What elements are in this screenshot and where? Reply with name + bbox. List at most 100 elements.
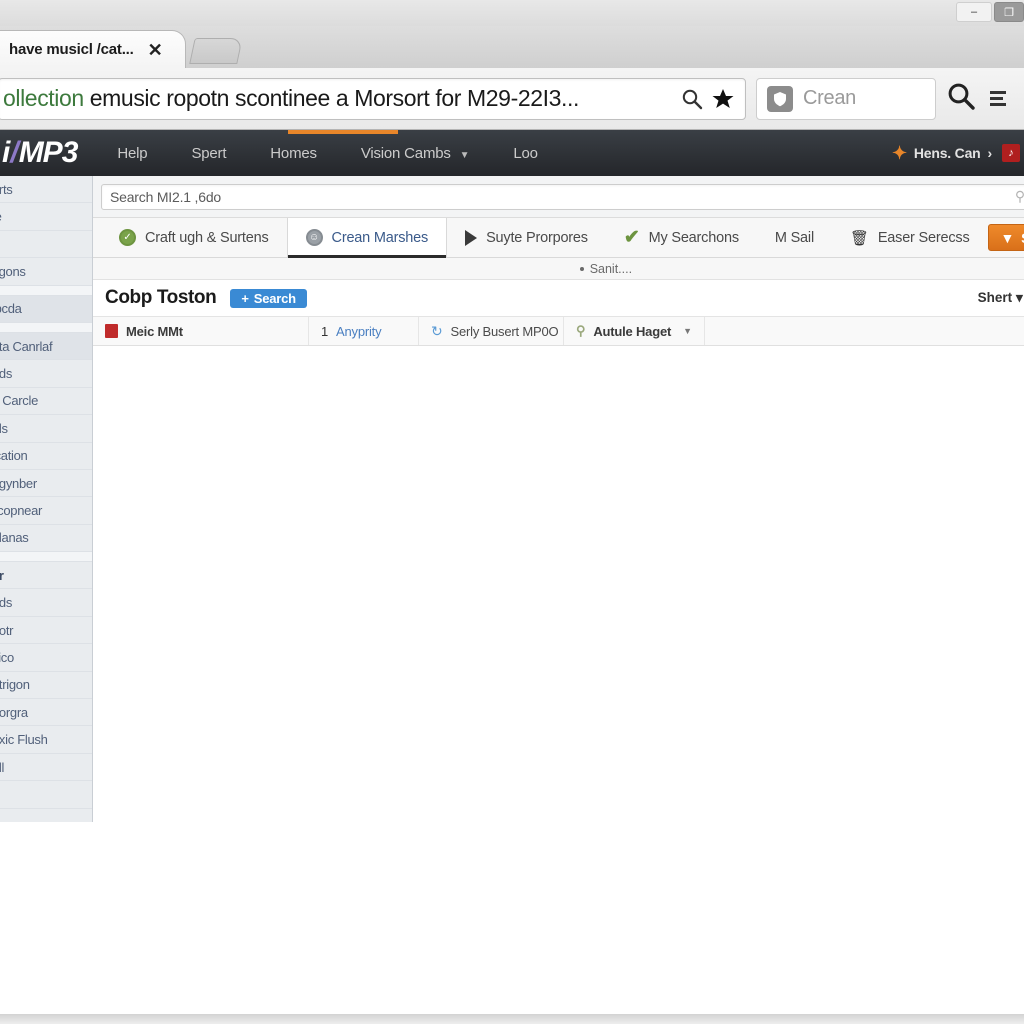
sidebar-item-ar[interactable]: ar [0,562,92,590]
nav-accent-rule [288,130,398,134]
search-pill-label: Search [253,290,296,306]
tab-craft-ugh-surtens[interactable]: ✓ Craft ugh & Surtens [101,218,287,257]
search-icon[interactable] [946,81,976,116]
search-input[interactable]: Search MI2.1 ,6do ⚲ [101,183,1024,210]
nav-item-help[interactable]: Help [95,145,169,162]
tab-label: Crean Marshes [331,229,429,246]
section-header: Cobp Toston + Search Shert ▾ Conbe a [93,280,1024,316]
sidebar-item-label: horgra [0,704,28,720]
toolbar-cell-label: Meic MMt [126,323,183,339]
tab-label: My Searchons [648,229,739,246]
bullet-icon [579,266,584,271]
browser-tabstrip: have musicl /cat... ✕ [0,26,1024,68]
sidebar-item-elanas[interactable]: elanas [0,525,92,553]
bookmark-star-icon[interactable] [711,87,735,111]
sidebar-divider [0,552,92,563]
chevron-down-icon: ▾ [1015,290,1023,305]
sidebar-item-licopnear[interactable]: licopnear [0,497,92,525]
content-toolbar: Meic MMt 1 Anyprity ↻ Serly Busert MP0O … [93,316,1024,346]
tab-easer-serecss[interactable]: 🗑 Easer Serecss [832,218,988,257]
sidebar-item-irgons[interactable]: irgons [0,258,92,286]
close-icon[interactable]: ✕ [148,41,163,59]
sidebar-item-label: oxic Flush [0,732,48,748]
content-tabs: ✓ Craft ugh & Surtens ☺ Crean Marshes Su… [93,218,1024,258]
logo-text: MP3 [18,136,79,169]
chevron-right-icon: › [987,145,993,161]
new-tab-button[interactable] [189,38,243,64]
sidebar-item-label: btrigon [0,677,30,693]
sidebar-item-label: lbcda [0,301,22,317]
minimize-button[interactable]: – [956,2,992,22]
results-canvas [93,346,1024,1024]
red-square-icon [105,324,118,338]
sidebar-item-oxic-flush[interactable]: oxic Flush [0,726,92,754]
toolbar-cell-autule-haget[interactable]: ⚲ Autule Haget ▼ [564,317,705,345]
sort-button[interactable]: Shert ▾ [978,290,1023,306]
nav-cta-button[interactable]: ✦ Hens. Can › [892,144,992,162]
search-input-placeholder: Search MI2.1 ,6do [110,188,221,205]
search-icon[interactable] [681,88,703,110]
plus-icon: + [241,290,249,306]
circle-smiley-grey-icon: ☺ [305,229,323,246]
sidebar-item-label: all [0,759,5,775]
sidebar-item-lbcda[interactable]: lbcda [0,295,92,323]
sidebar-item-ication[interactable]: ication [0,443,92,470]
kebab-menu-icon[interactable] [990,91,1006,106]
nav-item-homes[interactable]: Homes [248,145,339,162]
page-body: arts le e irgons lbcda ata Canrlaf hds e… [0,176,1024,1024]
sidebar-item-e[interactable]: e [0,231,92,259]
sidebar-item-arts[interactable]: arts [0,176,92,204]
tab-label: Easer Serecss [877,229,970,246]
toolbar-cell-serly-busert[interactable]: ↻ Serly Busert MP0O [419,317,564,345]
sidebar-item-ata-canrlaf[interactable]: ata Canrlaf [0,332,92,361]
sidebar-item-hds[interactable]: hds [0,360,92,388]
browser-window: – ❐ have musicl /cat... ✕ ollection emus… [0,0,1024,1024]
search-pill-button[interactable]: + Search [230,288,307,308]
nav-item-spert[interactable]: Spert [169,145,248,162]
site-logo[interactable]: i / MP3 [2,136,95,170]
address-bar[interactable]: ollection emusic ropotn scontinee a Mors… [0,77,746,120]
sidebar-item-horgra[interactable]: horgra [0,699,92,727]
chevron-down-icon: ▼ [459,149,470,161]
toolbar-cell-label: Serly Busert MP0O [450,323,559,339]
sidebar-item-als[interactable]: als [0,415,92,443]
sidebar-item-ods[interactable]: ods [0,589,92,617]
tab-crean-marshes[interactable]: ☺ Crean Marshes [286,218,448,258]
sidebar-item-sico[interactable]: sico [0,644,92,672]
sidebar-item-btrigon[interactable]: btrigon [0,672,92,700]
tab-suyte-prorpores[interactable]: Suyte Prorpores [447,218,606,257]
nav-item-loo[interactable]: Loo [491,145,559,162]
sidebar-item-label: als [0,420,8,436]
sidebar-item-le[interactable]: le [0,203,92,231]
shield-icon [767,85,793,112]
site-nav-items: Help Spert Homes Vision Cambs ▼ Loo [95,145,559,162]
sync-blue-icon: ↻ [431,322,443,339]
maximize-button[interactable]: ❐ [994,2,1024,22]
toolbar-cell-meic-mmt[interactable]: Meic MMt [93,317,309,345]
sidebar-item-y[interactable]: y [0,781,92,809]
extension-label: Crean [803,87,856,109]
address-bar-text: ollection emusic ropotn scontinee a Mors… [3,85,673,112]
sidebar-item-label: arts [0,181,13,197]
sidebar-item-all[interactable]: all [0,754,92,782]
tab-my-searchons[interactable]: ✔ My Searchons [606,218,757,257]
sidebar-item-label: le [0,209,2,224]
plus-icon: ✦ [891,143,907,163]
sidebar-item-e-carcle[interactable]: e Carcle [0,388,92,416]
sidebar-item-ootr[interactable]: ootr [0,617,92,645]
nav-item-label: Loo [513,144,538,162]
toolbar-cell-anyprity[interactable]: 1 Anyprity [309,317,419,345]
sidebar-item-hgynber[interactable]: hgynber [0,470,92,498]
browser-tab[interactable]: have musicl /cat... ✕ [0,30,186,68]
extension-button[interactable]: Crean [756,77,936,120]
nav-item-label: Vision Cambs [360,144,451,162]
download-icon: ▼ [1000,229,1015,246]
trash-icon: 🗑 [849,229,869,247]
sidebar-divider [0,285,92,296]
tab-m-sail[interactable]: M Sail [757,218,832,257]
toolbar-cell-label: Autule Haget [593,323,672,339]
search-with-cta-button[interactable]: ▼ Serch With C [987,224,1024,251]
page-bottom-shadow [0,1014,1024,1024]
nav-badge[interactable]: ♪ [1002,144,1020,162]
nav-item-vision-cambs[interactable]: Vision Cambs ▼ [339,145,492,162]
